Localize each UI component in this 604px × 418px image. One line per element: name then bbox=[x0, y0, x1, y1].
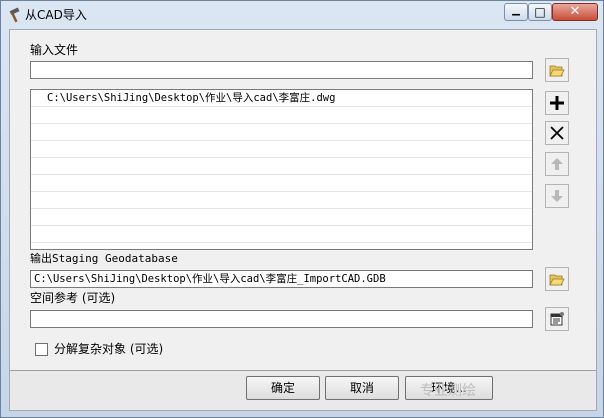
move-down-button[interactable] bbox=[545, 184, 569, 208]
window-title: 从CAD导入 bbox=[25, 8, 87, 22]
open-folder-icon bbox=[549, 274, 565, 286]
input-files-field[interactable] bbox=[30, 61, 533, 79]
maximize-button[interactable]: □ bbox=[528, 3, 552, 21]
spatial-reference-label: 空间参考 (可选) bbox=[30, 291, 116, 305]
explode-complex-label: 分解复杂对象 (可选) bbox=[54, 342, 164, 356]
delete-x-icon bbox=[550, 126, 564, 140]
output-gdb-field[interactable]: C:\Users\ShiJing\Desktop\作业\导入cad\李富庄_Im… bbox=[30, 270, 533, 288]
spatial-reference-field[interactable] bbox=[30, 310, 533, 328]
arrow-down-icon bbox=[551, 190, 563, 202]
spatial-reference-properties-button[interactable] bbox=[545, 307, 569, 331]
dialog-window: 从CAD导入 ▁ □ ✕ 输入文件 C:\Users\ShiJing\Deskt… bbox=[0, 0, 604, 418]
browse-input-button[interactable] bbox=[545, 58, 569, 82]
watermark-text: 专业测绘 bbox=[420, 383, 476, 399]
open-folder-icon bbox=[549, 65, 565, 77]
list-row-empty bbox=[31, 124, 532, 141]
list-row-empty bbox=[31, 107, 532, 124]
dialog-body: 输入文件 C:\Users\ShiJing\Desktop\作业\导入cad\李… bbox=[9, 29, 597, 411]
input-files-label: 输入文件 bbox=[30, 43, 79, 57]
add-file-button[interactable] bbox=[545, 91, 569, 115]
title-bar[interactable]: 从CAD导入 ▁ □ ✕ bbox=[1, 1, 603, 29]
plus-icon bbox=[550, 96, 564, 110]
list-row-empty bbox=[31, 158, 532, 175]
arrow-up-icon bbox=[551, 158, 563, 170]
move-up-button[interactable] bbox=[545, 152, 569, 176]
output-gdb-label: 输出Staging Geodatabase bbox=[30, 252, 178, 265]
list-row-empty bbox=[31, 209, 532, 226]
input-file-list[interactable]: C:\Users\ShiJing\Desktop\作业\导入cad\李富庄.dw… bbox=[30, 89, 533, 250]
remove-file-button[interactable] bbox=[545, 121, 569, 145]
list-row-empty bbox=[31, 141, 532, 158]
explode-complex-checkbox[interactable] bbox=[35, 343, 48, 356]
properties-icon bbox=[550, 312, 564, 326]
minimize-button[interactable]: ▁ bbox=[504, 3, 528, 21]
list-item[interactable]: C:\Users\ShiJing\Desktop\作业\导入cad\李富庄.dw… bbox=[31, 90, 532, 107]
ok-button[interactable]: 确定 bbox=[246, 376, 320, 400]
list-row-empty bbox=[31, 175, 532, 192]
list-row-empty bbox=[31, 192, 532, 209]
hammer-icon bbox=[9, 7, 20, 23]
list-row-empty bbox=[31, 226, 532, 243]
maximize-icon: □ bbox=[534, 5, 546, 19]
close-button[interactable]: ✕ bbox=[552, 3, 598, 21]
cancel-button[interactable]: 取消 bbox=[325, 376, 399, 400]
browse-output-button[interactable] bbox=[545, 267, 569, 291]
minimize-icon: ▁ bbox=[512, 5, 520, 16]
close-icon: ✕ bbox=[569, 4, 581, 19]
